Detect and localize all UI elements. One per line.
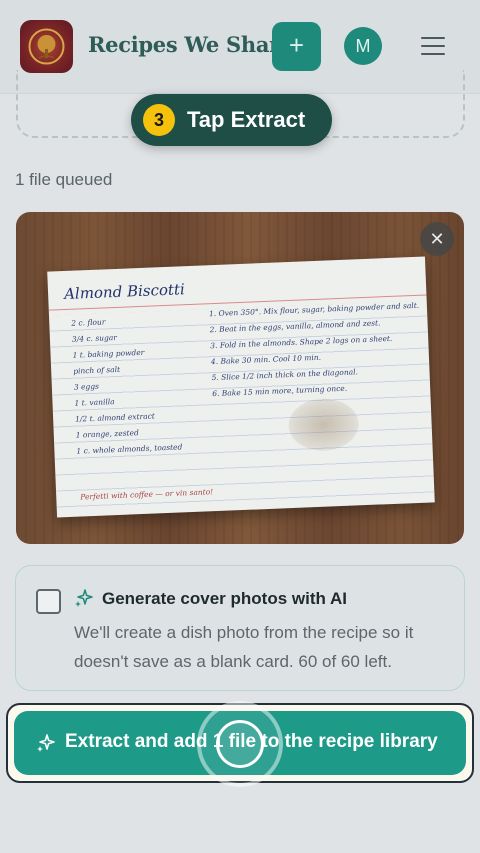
file-preview: Almond Biscotti 2 c. flour 3/4 c. sugar 1 … — [16, 212, 464, 544]
tap-indicator — [216, 720, 264, 768]
sparkle-icon — [37, 734, 55, 752]
step-label: Tap Extract — [187, 107, 306, 132]
close-icon[interactable]: ✕ — [420, 222, 454, 256]
ingredient-item: 2 c. flour — [71, 317, 106, 328]
sparkle-icon — [75, 589, 93, 607]
app-title: Recipes We Share — [88, 32, 293, 57]
recipe-card-image: Almond Biscotti 2 c. flour 3/4 c. sugar 1 … — [47, 256, 435, 518]
ai-cover-checkbox[interactable] — [36, 589, 61, 614]
hamburger-menu-icon[interactable] — [421, 37, 445, 55]
tree-logo-icon[interactable] — [20, 20, 73, 73]
step-number-badge: 3 — [143, 104, 175, 136]
queue-status: 1 file queued — [15, 170, 113, 189]
ai-option-description: We'll create a dish photo from the recip… — [74, 623, 414, 671]
tutorial-step-callout: 3 Tap Extract — [131, 94, 332, 146]
ingredient-item: 3/4 c. sugar — [71, 332, 118, 344]
ingredient-item: 1 t. vanilla — [74, 397, 115, 408]
recipe-card-title: Almond Biscotti — [63, 280, 186, 304]
user-avatar[interactable]: M — [344, 27, 382, 65]
ingredient-item: 3 eggs — [73, 381, 100, 392]
ai-cover-option: Generate cover photos with AI We'll crea… — [15, 565, 465, 691]
ai-option-title: Generate cover photos with AI — [102, 589, 347, 608]
ingredient-item: pinch of salt — [73, 364, 121, 376]
add-recipe-button[interactable]: + — [272, 22, 321, 71]
